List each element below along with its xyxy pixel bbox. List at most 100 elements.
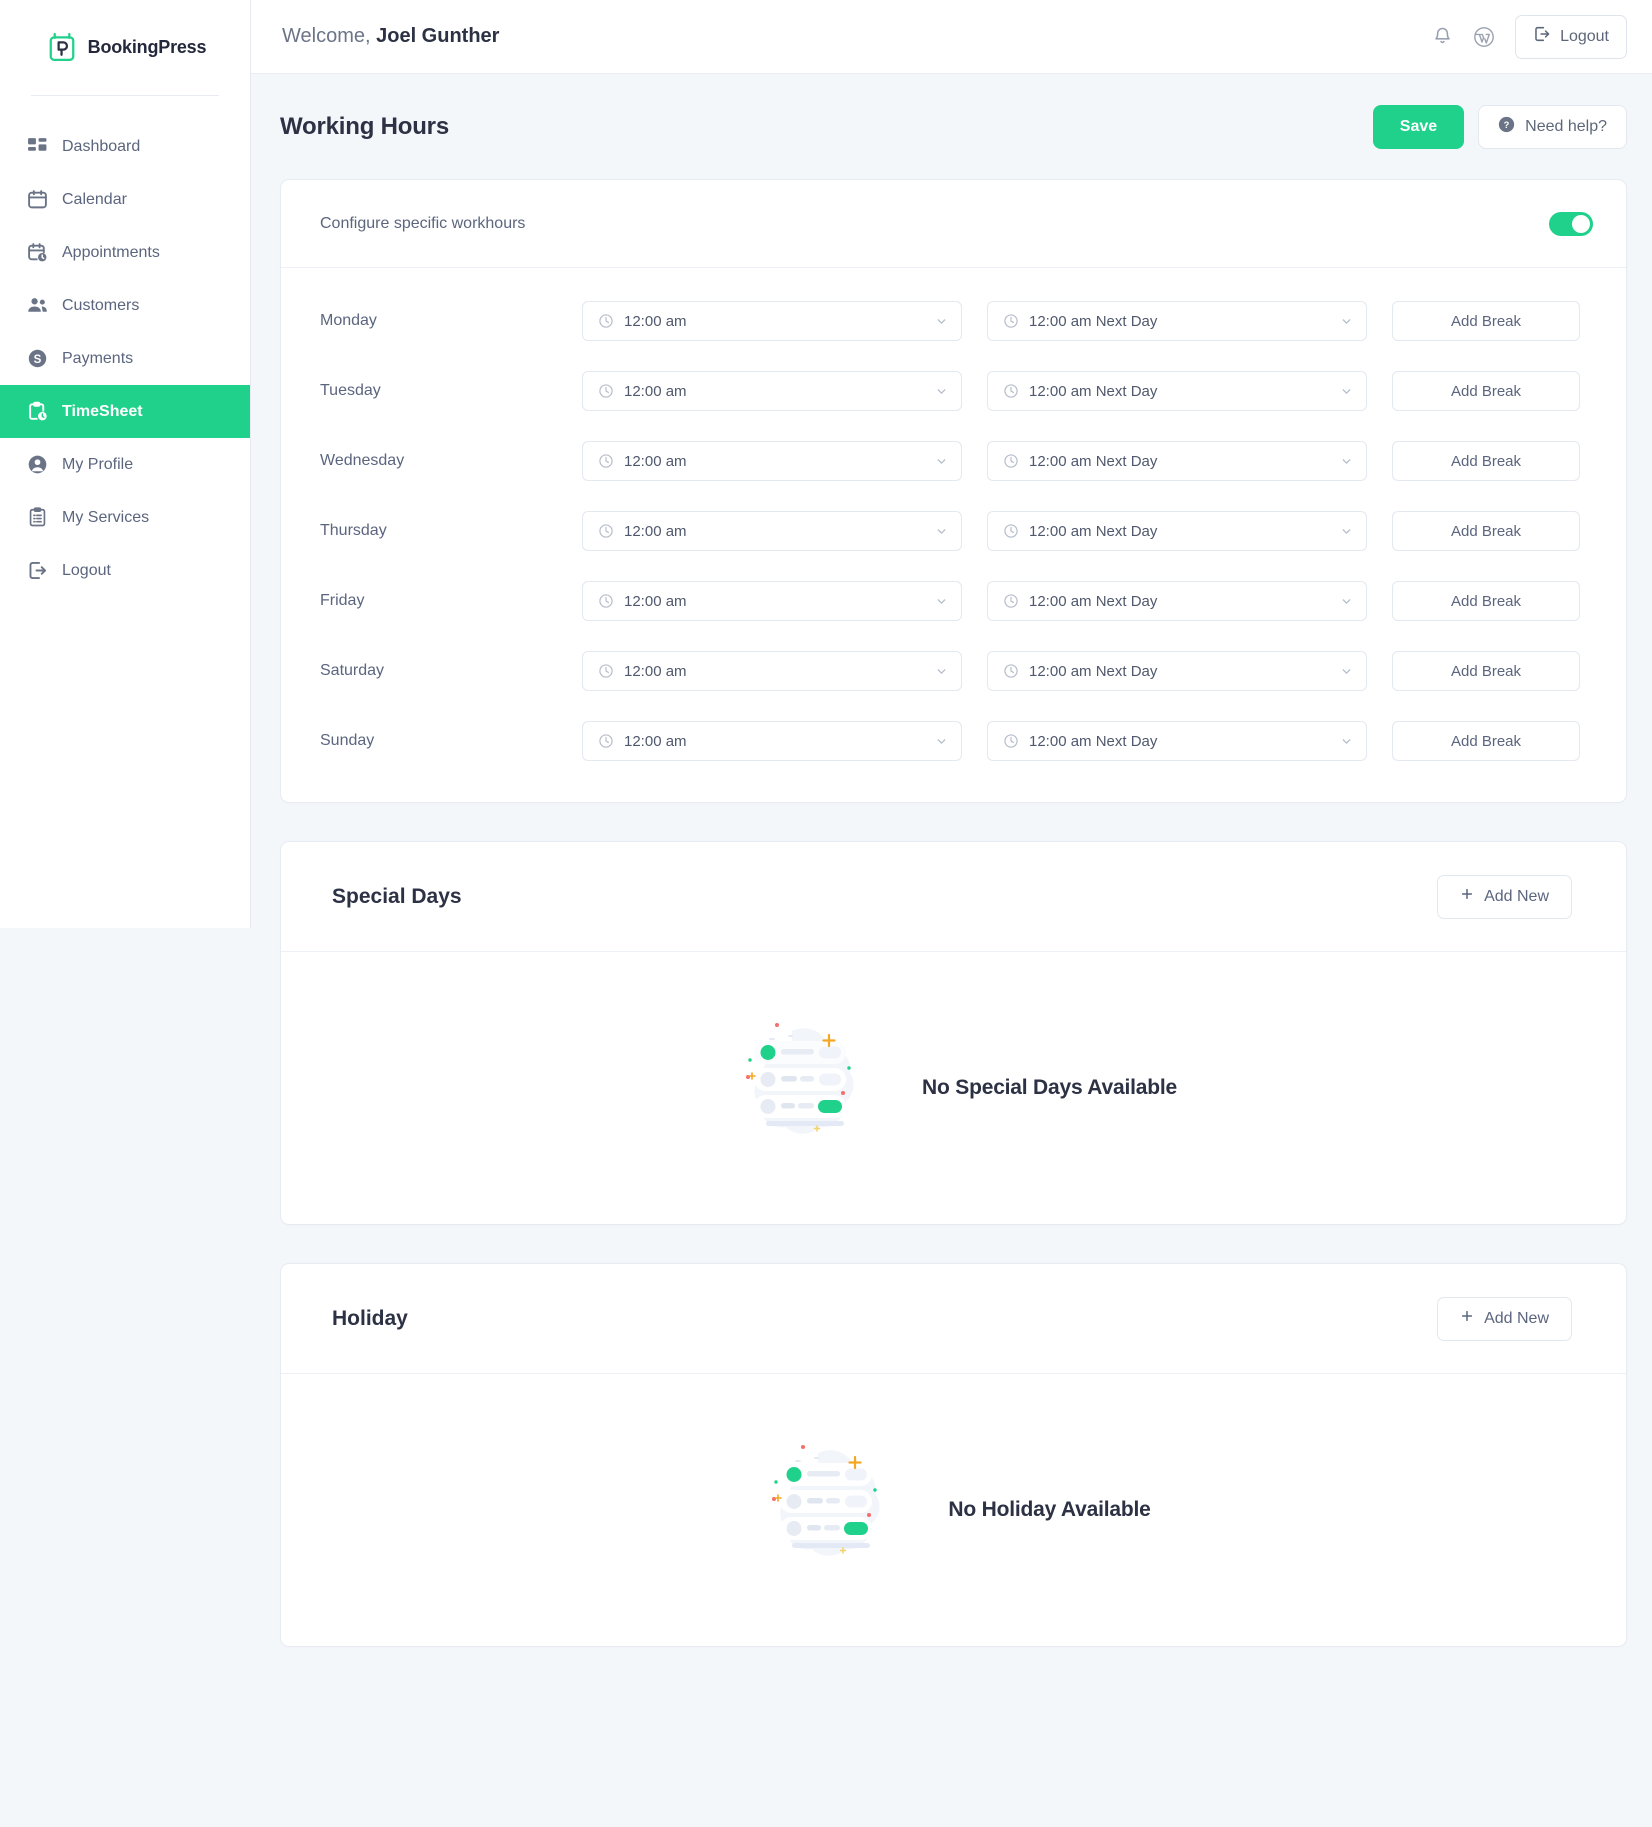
add-break-button[interactable]: Add Break xyxy=(1392,441,1580,481)
chevron-down-icon xyxy=(935,595,948,608)
clock-icon xyxy=(598,453,614,469)
add-break-button[interactable]: Add Break xyxy=(1392,581,1580,621)
start-time-select[interactable]: 12:00 am xyxy=(582,371,962,411)
sidebar-item-my-services[interactable]: My Services xyxy=(0,491,250,544)
sidebar-item-label: Customers xyxy=(62,296,140,314)
wordpress-icon[interactable] xyxy=(1473,26,1495,48)
end-time-select[interactable]: 12:00 am Next Day xyxy=(987,721,1367,761)
sidebar-item-calendar[interactable]: Calendar xyxy=(0,173,250,226)
chevron-down-icon xyxy=(1340,735,1353,748)
holiday-header: Holiday Add New xyxy=(281,1264,1626,1374)
working-hours-row: Sunday 12:00 am 12:00 am Next Day Add Br… xyxy=(281,706,1626,776)
end-time-select[interactable]: 12:00 am Next Day xyxy=(987,371,1367,411)
sidebar-item-label: Calendar xyxy=(62,190,127,208)
start-time-select[interactable]: 12:00 am xyxy=(582,651,962,691)
topbar: Welcome, Joel Gunther Logout xyxy=(251,0,1652,74)
configure-workhours-toggle[interactable] xyxy=(1549,211,1593,236)
holiday-add-new-label: Add New xyxy=(1484,1309,1549,1327)
chevron-down-icon xyxy=(935,385,948,398)
working-hours-rows: Monday 12:00 am 12:00 am Next Day Add Br… xyxy=(281,268,1626,802)
chevron-down-icon xyxy=(1340,595,1353,608)
chevron-down-icon xyxy=(935,735,948,748)
special-days-add-new-button[interactable]: Add New xyxy=(1437,874,1572,919)
chevron-down-icon xyxy=(1340,525,1353,538)
timesheet-icon xyxy=(27,401,48,422)
start-time-select[interactable]: 12:00 am xyxy=(582,721,962,761)
svg-text:?: ? xyxy=(1504,120,1510,130)
brand-name: BookingPress xyxy=(87,37,207,57)
special-days-empty-text: No Special Days Available xyxy=(922,1076,1177,1099)
day-label: Monday xyxy=(320,312,377,329)
sidebar-item-dashboard[interactable]: Dashboard xyxy=(0,120,250,173)
sidebar-item-appointments[interactable]: Appointments xyxy=(0,226,250,279)
end-time-value: 12:00 am Next Day xyxy=(1029,452,1158,470)
sidebar-nav: Dashboard Calendar Appointments Customer… xyxy=(0,120,250,597)
plus-icon xyxy=(1460,887,1474,906)
save-button[interactable]: Save xyxy=(1372,104,1465,149)
start-time-value: 12:00 am xyxy=(624,662,687,680)
end-time-select[interactable]: 12:00 am Next Day xyxy=(987,581,1367,621)
clock-icon xyxy=(1003,523,1019,539)
notification-bell-icon[interactable] xyxy=(1432,26,1453,47)
configure-workhours-row: Configure specific workhours xyxy=(281,180,1626,268)
clock-icon xyxy=(1003,383,1019,399)
brand-logo[interactable]: BookingPress xyxy=(0,0,250,95)
logout-button[interactable]: Logout xyxy=(1515,14,1627,59)
payments-icon: S xyxy=(27,348,48,369)
sidebar-item-label: Appointments xyxy=(62,243,160,261)
start-time-select[interactable]: 12:00 am xyxy=(582,581,962,621)
working-hours-row: Tuesday 12:00 am 12:00 am Next Day Add B… xyxy=(281,356,1626,426)
sidebar-item-label: Payments xyxy=(62,349,134,367)
end-time-select[interactable]: 12:00 am Next Day xyxy=(987,441,1367,481)
end-time-select[interactable]: 12:00 am Next Day xyxy=(987,511,1367,551)
sidebar: BookingPress Dashboard Calendar Appointm… xyxy=(0,0,251,928)
sidebar-item-logout[interactable]: Logout xyxy=(0,544,250,597)
svg-text:S: S xyxy=(34,354,42,366)
add-break-button[interactable]: Add Break xyxy=(1392,651,1580,691)
end-time-value: 12:00 am Next Day xyxy=(1029,732,1158,750)
holiday-add-new-button[interactable]: Add New xyxy=(1437,1296,1572,1341)
sidebar-item-my-profile[interactable]: My Profile xyxy=(0,438,250,491)
start-time-select[interactable]: 12:00 am xyxy=(582,441,962,481)
start-time-select[interactable]: 12:00 am xyxy=(582,511,962,551)
sidebar-item-customers[interactable]: Customers xyxy=(0,279,250,332)
end-time-value: 12:00 am Next Day xyxy=(1029,592,1158,610)
profile-icon xyxy=(27,454,48,475)
working-hours-row: Wednesday 12:00 am 12:00 am Next Day Add… xyxy=(281,426,1626,496)
clock-icon xyxy=(598,383,614,399)
logout-icon xyxy=(1533,25,1551,48)
clock-icon xyxy=(1003,313,1019,329)
chevron-down-icon xyxy=(935,525,948,538)
add-break-button[interactable]: Add Break xyxy=(1392,721,1580,761)
special-days-card: Special Days Add New No Special Days Ava… xyxy=(280,841,1627,1225)
sidebar-divider xyxy=(31,95,219,96)
end-time-select[interactable]: 12:00 am Next Day xyxy=(987,301,1367,341)
sidebar-item-label: My Profile xyxy=(62,455,134,473)
app-root: BookingPress Dashboard Calendar Appointm… xyxy=(0,0,1652,1827)
services-icon xyxy=(27,507,48,528)
sidebar-item-timesheet[interactable]: TimeSheet xyxy=(0,385,250,438)
start-time-select[interactable]: 12:00 am xyxy=(582,301,962,341)
clock-icon xyxy=(1003,733,1019,749)
add-break-button[interactable]: Add Break xyxy=(1392,301,1580,341)
clock-icon xyxy=(1003,663,1019,679)
start-time-value: 12:00 am xyxy=(624,592,687,610)
holiday-card: Holiday Add New No Holiday Available xyxy=(280,1263,1627,1647)
chevron-down-icon xyxy=(1340,455,1353,468)
end-time-select[interactable]: 12:00 am Next Day xyxy=(987,651,1367,691)
welcome-message: Welcome, Joel Gunther xyxy=(282,25,499,48)
sidebar-item-payments[interactable]: S Payments xyxy=(0,332,250,385)
question-circle-icon: ? xyxy=(1498,116,1515,138)
dashboard-icon xyxy=(27,136,48,157)
sidebar-item-label: TimeSheet xyxy=(62,402,143,420)
chevron-down-icon xyxy=(1340,315,1353,328)
add-break-button[interactable]: Add Break xyxy=(1392,371,1580,411)
empty-list-illustration xyxy=(756,1435,906,1585)
logout-button-label: Logout xyxy=(1560,27,1609,45)
need-help-label: Need help? xyxy=(1525,117,1607,135)
add-break-button[interactable]: Add Break xyxy=(1392,511,1580,551)
need-help-button[interactable]: ? Need help? xyxy=(1478,104,1627,149)
clock-icon xyxy=(598,523,614,539)
bottom-spacer xyxy=(280,1647,1627,1827)
holiday-empty-text: No Holiday Available xyxy=(948,1498,1151,1521)
